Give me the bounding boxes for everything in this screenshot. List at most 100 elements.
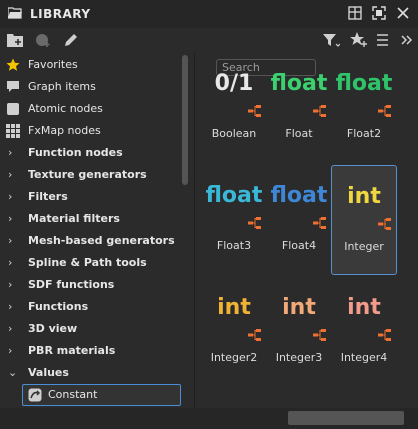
node-connector-icon — [248, 329, 261, 341]
sidebar-item-label: FxMap nodes — [28, 124, 101, 137]
tile-caption: Integer3 — [275, 351, 323, 364]
node-tile-float4[interactable]: float Float4 — [267, 169, 331, 277]
tile-thumbnail: float — [205, 183, 263, 208]
node-tile-integer4[interactable]: int Integer4 — [332, 281, 396, 389]
toolbar: Search — [0, 28, 418, 76]
add-resource-icon[interactable] — [34, 31, 52, 49]
sidebar-item-label: Material filters — [28, 212, 120, 225]
chevron-right-icon: › — [8, 300, 13, 313]
node-connector-icon — [378, 329, 391, 341]
sidebar-item-label: Atomic nodes — [28, 102, 103, 115]
filter-icon[interactable] — [322, 31, 340, 49]
split-view-icon[interactable] — [348, 6, 362, 20]
close-icon[interactable] — [396, 6, 410, 20]
sidebar-item-3d-view[interactable]: › 3D view — [0, 318, 180, 340]
sidebar-item-filters[interactable]: › Filters — [0, 186, 180, 208]
chevron-right-icon: › — [8, 344, 13, 357]
sidebar-item-label: 3D view — [28, 322, 78, 335]
sidebar-item-label: Favorites — [28, 58, 78, 71]
tile-thumbnail: int — [217, 295, 251, 320]
tile-caption: Float4 — [281, 239, 317, 252]
sidebar-item-label: Mesh-based generators — [28, 234, 175, 247]
node-tile-integer3[interactable]: int Integer3 — [267, 281, 331, 389]
pencil-icon[interactable] — [62, 31, 80, 49]
node-connector-icon — [313, 329, 326, 341]
sidebar-item-label: Functions — [28, 300, 89, 313]
tile-caption: Integer4 — [340, 351, 388, 364]
tile-caption: Boolean — [211, 127, 257, 140]
tile-thumbnail: float — [335, 71, 393, 96]
node-connector-icon — [313, 105, 326, 117]
new-folder-icon[interactable] — [6, 31, 24, 49]
sidebar-item-mesh-based-generators[interactable]: › Mesh-based generators — [0, 230, 180, 252]
sidebar-item-label: Graph items — [28, 80, 96, 93]
node-connector-icon — [313, 217, 326, 229]
folder-open-icon — [8, 7, 22, 19]
sidebar-item-texture-generators[interactable]: › Texture generators — [0, 164, 180, 186]
sidebar-item-label: Function nodes — [28, 146, 123, 159]
favorite-add-icon[interactable] — [350, 31, 368, 49]
node-grid: 0/1 Boolean float Float float Float2 flo… — [198, 53, 410, 408]
constant-icon — [28, 388, 42, 402]
node-tile-integer[interactable]: int Integer — [331, 165, 397, 275]
chevron-right-icon: › — [8, 168, 13, 181]
horizontal-scrollbar-thumb[interactable] — [288, 411, 404, 425]
sidebar-item-function-nodes[interactable]: › Function nodes — [0, 142, 180, 164]
tile-caption: Float3 — [216, 239, 252, 252]
node-connector-icon — [248, 217, 261, 229]
sidebar-item-material-filters[interactable]: › Material filters — [0, 208, 180, 230]
comment-icon — [7, 81, 19, 92]
sidebar-item-spline-path-tools[interactable]: › Spline & Path tools — [0, 252, 180, 274]
tree-scrollbar[interactable] — [182, 55, 188, 185]
sidebar-item-label: Filters — [28, 190, 68, 203]
chevron-down-icon: ⌄ — [8, 366, 18, 379]
tile-thumbnail: float — [270, 71, 328, 96]
chevron-right-icon: › — [8, 212, 13, 225]
node-connector-icon — [378, 105, 391, 117]
tile-caption: Integer — [344, 240, 384, 253]
sidebar-item-label: Spline & Path tools — [28, 256, 147, 269]
chevron-right-icon: › — [8, 322, 13, 335]
title-bar: LIBRARY — [0, 0, 418, 29]
sidebar-item-label: PBR materials — [28, 344, 116, 357]
star-icon — [6, 58, 20, 71]
node-tile-float3[interactable]: float Float3 — [202, 169, 266, 277]
maximize-icon[interactable] — [372, 6, 386, 20]
node-tile-float[interactable]: float Float — [267, 57, 331, 165]
node-connector-icon — [378, 218, 391, 230]
more-chevron-icon[interactable] — [400, 31, 414, 49]
chevron-right-icon: › — [8, 190, 13, 203]
sidebar-item-fxmap-nodes[interactable]: FxMap nodes — [0, 120, 180, 142]
sidebar-item-pbr-materials[interactable]: › PBR materials — [0, 340, 180, 362]
list-view-icon[interactable] — [376, 31, 394, 49]
tile-thumbnail: int — [282, 295, 316, 320]
sidebar-item-label: Values — [28, 366, 69, 379]
sidebar-item-label: Constant — [48, 388, 98, 401]
atomic-node-icon — [7, 103, 19, 115]
sidebar-item-functions[interactable]: › Functions — [0, 296, 180, 318]
tile-thumbnail: int — [347, 295, 381, 320]
tile-caption: Float — [285, 127, 313, 140]
chevron-right-icon: › — [8, 278, 13, 291]
sidebar-item-values[interactable]: ⌄ Values — [0, 362, 180, 384]
sidebar-item-atomic-nodes[interactable]: Atomic nodes — [0, 98, 180, 120]
sidebar-item-constant[interactable]: Constant — [22, 384, 181, 406]
node-connector-icon — [248, 105, 261, 117]
chevron-right-icon: › — [8, 146, 13, 159]
tile-thumbnail: float — [270, 183, 328, 208]
sidebar-item-sdf-functions[interactable]: › SDF functions — [0, 274, 180, 296]
panel-divider — [194, 53, 195, 408]
sidebar-item-graph-items[interactable]: Graph items — [0, 76, 180, 98]
panel-title: LIBRARY — [30, 7, 91, 21]
node-tile-integer2[interactable]: int Integer2 — [202, 281, 266, 389]
chevron-right-icon: › — [8, 256, 13, 269]
node-tile-boolean[interactable]: 0/1 Boolean — [202, 57, 266, 165]
sidebar-item-label: Texture generators — [28, 168, 147, 181]
tile-thumbnail: 0/1 — [214, 71, 254, 96]
node-tile-float2[interactable]: float Float2 — [332, 57, 396, 165]
tile-caption: Integer2 — [210, 351, 258, 364]
category-tree: Favorites Graph items Atomic nodes FxMap… — [0, 53, 190, 408]
sidebar-item-favorites[interactable]: Favorites — [0, 54, 180, 76]
sidebar-item-label: SDF functions — [28, 278, 115, 291]
grid-icon — [6, 124, 20, 138]
